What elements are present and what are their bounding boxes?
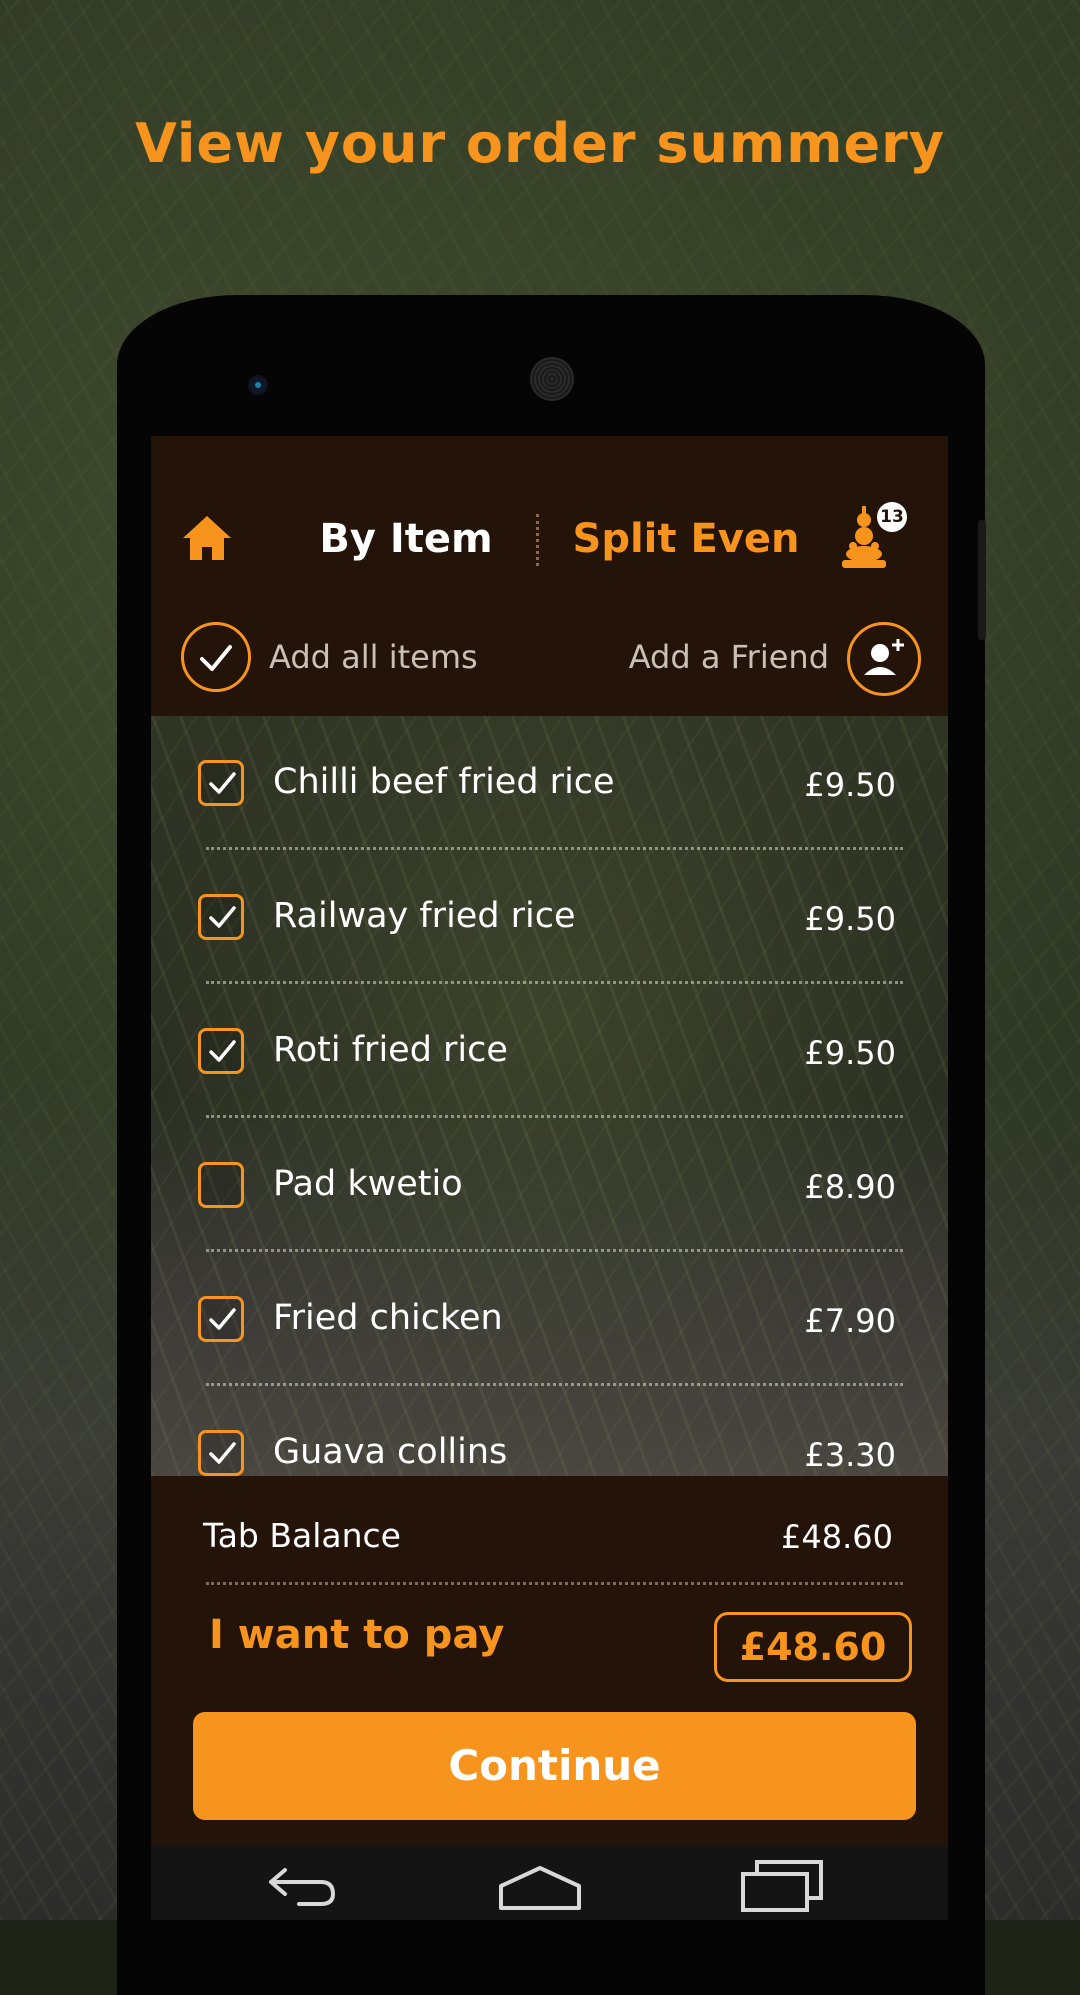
app-screen: By Item Split Even 13 Add all items Add … [151, 436, 948, 1920]
page-title: View your order summery [135, 112, 945, 175]
checkbox[interactable] [198, 894, 244, 940]
continue-button[interactable]: Continue [193, 1712, 916, 1820]
item-price: £3.30 [804, 1436, 896, 1474]
top-bar: By Item Split Even 13 Add all items Add … [151, 436, 948, 716]
recents-icon[interactable] [737, 1858, 827, 1914]
list-item[interactable]: Guava collins £3.30 [151, 1386, 948, 1476]
checkbox[interactable] [198, 760, 244, 806]
item-price: £7.90 [804, 1302, 896, 1340]
item-price: £8.90 [804, 1168, 896, 1206]
list-item[interactable]: Pad kwetio £8.90 [151, 1118, 948, 1252]
home-icon[interactable] [181, 514, 233, 562]
tab-by-item[interactable]: By Item [311, 516, 501, 562]
payment-summary: Tab Balance £48.60 I want to pay £48.60 … [151, 1476, 948, 1856]
item-name: Fried chicken [273, 1298, 503, 1338]
guest-count-badge: 13 [877, 502, 907, 532]
item-name: Roti fried rice [273, 1030, 508, 1070]
home-nav-icon[interactable] [495, 1862, 585, 1912]
list-item[interactable]: Roti fried rice £9.50 [151, 984, 948, 1118]
add-friend-button[interactable]: Add a Friend [611, 622, 921, 698]
phone-camera [248, 375, 268, 395]
add-all-items-button[interactable]: Add all items [181, 622, 481, 698]
checkmark-icon [209, 1308, 236, 1330]
item-name: Railway fried rice [273, 896, 576, 936]
item-name: Chilli beef fried rice [273, 762, 615, 802]
checkmark-icon [209, 1442, 236, 1464]
checkbox[interactable] [198, 1430, 244, 1476]
item-name: Guava collins [273, 1432, 508, 1472]
add-all-items-label: Add all items [269, 638, 478, 676]
check-circle-icon [181, 622, 251, 692]
phone-speaker [530, 357, 574, 401]
tab-split-even[interactable]: Split Even [571, 516, 801, 562]
tab-divider [536, 514, 539, 566]
add-friend-label: Add a Friend [628, 638, 829, 676]
checkbox[interactable] [198, 1296, 244, 1342]
item-price: £9.50 [804, 1034, 896, 1072]
system-nav-bar [151, 1846, 948, 1920]
order-items-list[interactable]: Chilli beef fried rice £9.50 Railway fri… [151, 716, 948, 1476]
list-item[interactable]: Fried chicken £7.90 [151, 1252, 948, 1386]
item-price: £9.50 [804, 766, 896, 804]
back-icon[interactable] [259, 1860, 339, 1910]
checkbox[interactable] [198, 1162, 244, 1208]
checkmark-icon [209, 906, 236, 928]
checkmark-icon [209, 1040, 236, 1062]
list-item[interactable]: Railway fried rice £9.50 [151, 850, 948, 984]
checkbox[interactable] [198, 1028, 244, 1074]
tab-balance-label: Tab Balance [203, 1516, 401, 1555]
item-price: £9.50 [804, 900, 896, 938]
pay-amount-field[interactable]: £48.60 [714, 1612, 912, 1682]
divider [206, 1582, 903, 1585]
list-item[interactable]: Chilli beef fried rice £9.50 [151, 716, 948, 850]
checkmark-icon [209, 772, 236, 794]
item-name: Pad kwetio [273, 1164, 463, 1204]
add-user-icon [847, 622, 921, 696]
phone-side-button [978, 520, 986, 640]
want-to-pay-label: I want to pay [209, 1612, 505, 1658]
tab-balance-value: £48.60 [781, 1518, 893, 1556]
